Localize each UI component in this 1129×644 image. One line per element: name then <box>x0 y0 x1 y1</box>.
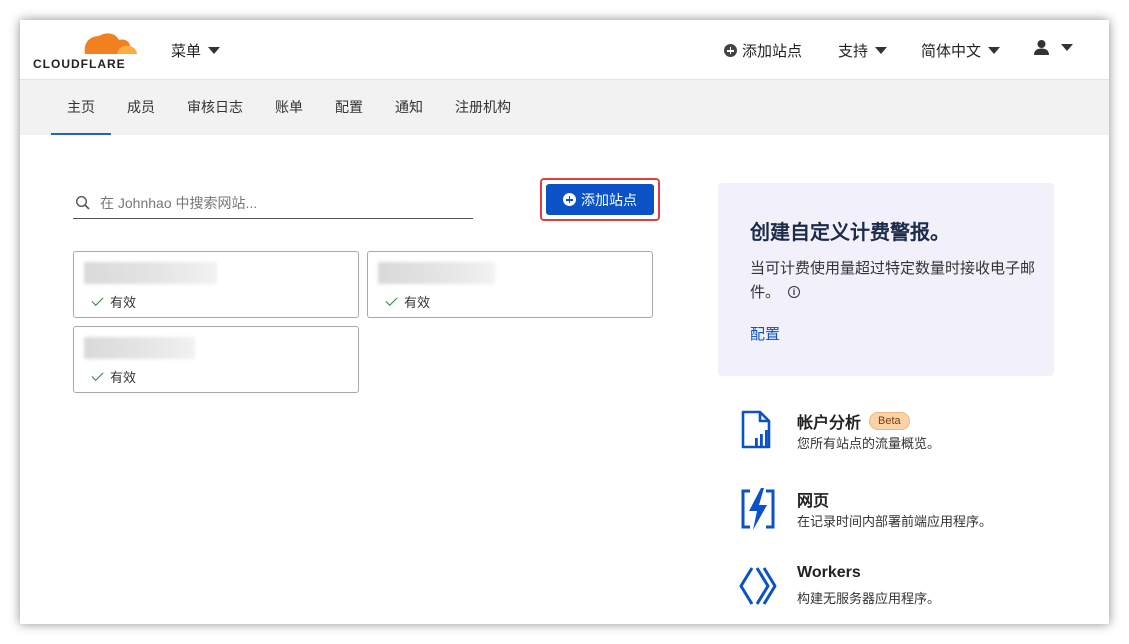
site-card[interactable]: 有效 <box>73 326 359 393</box>
user-icon <box>1034 40 1049 55</box>
analytics-icon <box>741 410 771 449</box>
chevron-down-icon <box>988 47 1001 54</box>
feature-description: 在记录时间内部署前端应用程序。 <box>797 514 993 529</box>
feature-title: 帐户分析 Beta <box>797 409 910 433</box>
beta-badge: Beta <box>869 412 910 430</box>
tab-audit-log[interactable]: 审核日志 <box>187 80 243 135</box>
feature-title: 网页 <box>797 487 829 511</box>
promo-description: 当可计费使用量超过特定数量时接收电子邮件。 i <box>750 257 1040 305</box>
feature-workers[interactable]: Workers 构建无服务器应用程序。 <box>738 564 1058 614</box>
site-status-label: 有效 <box>110 295 137 310</box>
promo-configure-link[interactable]: 配置 <box>750 323 780 344</box>
tab-notifications[interactable]: 通知 <box>395 80 423 135</box>
tab-billing[interactable]: 账单 <box>275 80 303 135</box>
language-label: 简体中文 <box>921 43 982 60</box>
blurred-domain-name <box>378 262 495 284</box>
tab-home[interactable]: 主页 <box>51 80 111 135</box>
plus-circle-icon <box>724 44 737 57</box>
support-label: 支持 <box>838 43 869 60</box>
feature-title-text: 网页 <box>797 493 830 510</box>
blurred-domain-name <box>84 337 195 359</box>
pages-icon <box>741 488 775 530</box>
language-dropdown[interactable]: 简体中文 <box>921 40 1001 61</box>
search-icon <box>75 195 90 210</box>
workers-icon <box>739 567 777 605</box>
feature-title: Workers <box>797 564 861 582</box>
tab-configurations[interactable]: 配置 <box>335 80 363 135</box>
search-input[interactable] <box>100 192 460 214</box>
site-status: 有效 <box>91 292 137 311</box>
site-status: 有效 <box>91 367 137 386</box>
support-dropdown[interactable]: 支持 <box>838 40 888 61</box>
menu-dropdown[interactable]: 菜单 <box>171 40 221 61</box>
chevron-down-icon <box>875 47 888 54</box>
feature-account-analytics[interactable]: 帐户分析 Beta 您所有站点的流量概览。 <box>738 409 1058 459</box>
feature-description: 构建无服务器应用程序。 <box>797 591 941 606</box>
top-header: CLOUDFLARE 菜单 添加站点 支持 简体中文 <box>20 20 1109 80</box>
site-status-label: 有效 <box>110 370 137 385</box>
site-status-label: 有效 <box>404 295 431 310</box>
site-status: 有效 <box>385 292 431 311</box>
blurred-domain-name <box>84 262 217 284</box>
header-add-site-label: 添加站点 <box>742 43 803 60</box>
add-site-highlight: 添加站点 <box>540 178 660 221</box>
site-card[interactable]: 有效 <box>73 251 359 318</box>
tab-registrar[interactable]: 注册机构 <box>455 80 511 135</box>
promo-title: 创建自定义计费警报。 <box>750 222 950 244</box>
cloudflare-logo[interactable]: CLOUDFLARE <box>33 28 143 71</box>
add-site-button-label: 添加站点 <box>581 191 637 208</box>
feature-title-text: Workers <box>797 564 861 581</box>
feature-description: 您所有站点的流量概览。 <box>797 436 941 451</box>
feature-title-text: 帐户分析 <box>797 415 862 432</box>
feature-pages[interactable]: 网页 在记录时间内部署前端应用程序。 <box>738 487 1058 537</box>
site-search <box>73 188 473 219</box>
site-card[interactable]: 有效 <box>367 251 653 318</box>
check-icon <box>385 293 398 306</box>
billing-alert-promo: 创建自定义计费警报。 当可计费使用量超过特定数量时接收电子邮件。 i 配置 <box>718 183 1054 376</box>
account-nav: 主页 成员 审核日志 账单 配置 通知 注册机构 <box>20 80 1109 135</box>
header-add-site-link[interactable]: 添加站点 <box>724 40 802 61</box>
plus-circle-icon <box>563 193 576 206</box>
info-icon[interactable]: i <box>788 286 801 298</box>
tab-members[interactable]: 成员 <box>127 80 155 135</box>
logo-text: CLOUDFLARE <box>33 57 126 71</box>
chevron-down-icon <box>208 47 221 54</box>
menu-label: 菜单 <box>171 43 202 60</box>
cloud-logo-icon <box>84 33 137 54</box>
add-site-button[interactable]: 添加站点 <box>546 184 654 215</box>
user-menu[interactable] <box>1033 39 1073 56</box>
check-icon <box>91 368 104 381</box>
chevron-down-icon <box>1061 44 1073 51</box>
check-icon <box>91 293 104 306</box>
app-window: CLOUDFLARE 菜单 添加站点 支持 简体中文 主页 成员 审核日志 账单… <box>20 20 1109 624</box>
